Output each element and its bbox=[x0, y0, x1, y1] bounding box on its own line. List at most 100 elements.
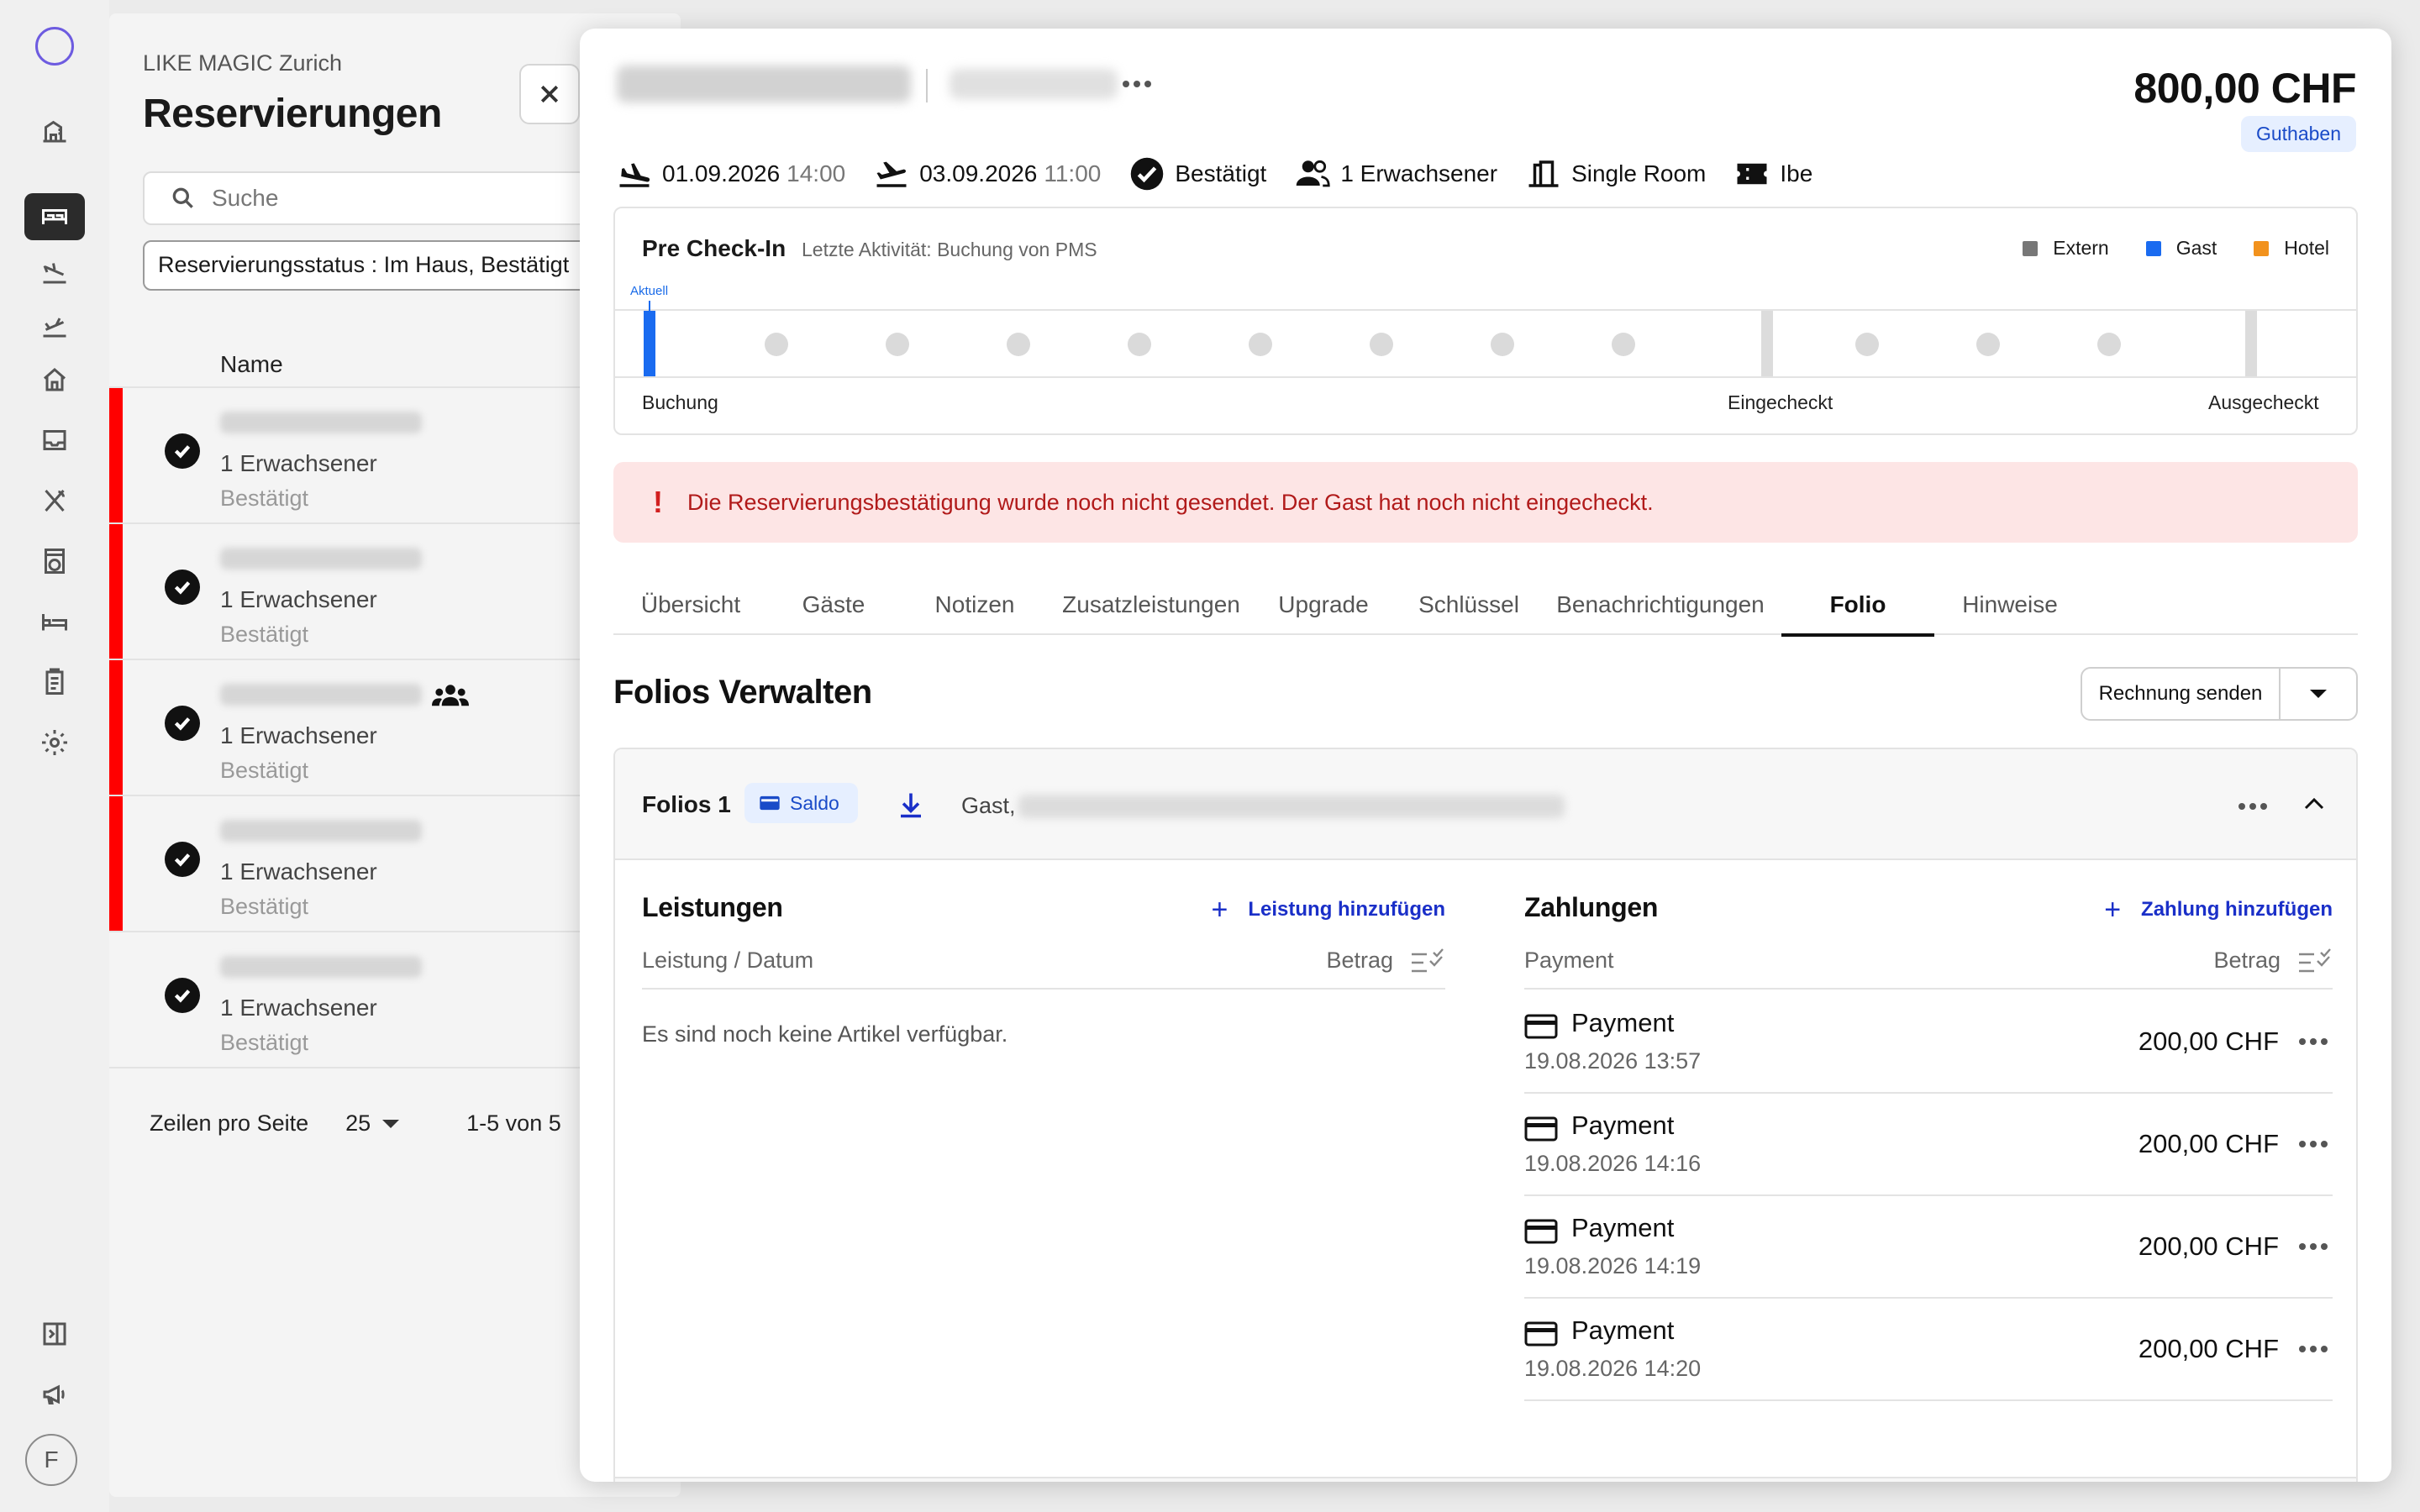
megaphone-icon[interactable] bbox=[24, 1371, 85, 1418]
header-more-icon[interactable] bbox=[1123, 81, 1151, 87]
dining-icon[interactable] bbox=[24, 477, 85, 524]
send-invoice-group: Rechnung senden bbox=[2081, 667, 2358, 721]
tab-benachrichtigungen[interactable]: Benachrichtigungen bbox=[1543, 585, 1778, 635]
tab-zusatzleistungen[interactable]: Zusatzleistungen bbox=[1050, 585, 1252, 635]
row-adults: 1 Erwachsener bbox=[220, 995, 377, 1021]
timeline-step bbox=[1855, 333, 1879, 356]
rooms-icon[interactable] bbox=[24, 598, 85, 645]
tab-uebersicht[interactable]: Übersicht bbox=[613, 585, 768, 635]
payment-more-icon[interactable] bbox=[2299, 1141, 2328, 1147]
laundry-icon[interactable] bbox=[24, 538, 85, 585]
reservation-detail-panel: 800,00 CHF Guthaben 01.09.2026 14:00 03.0… bbox=[580, 29, 2391, 1482]
departure: 03.09.2026 11:00 bbox=[874, 156, 1101, 192]
current-marker-label: Aktuell bbox=[630, 284, 669, 298]
logo-icon[interactable] bbox=[35, 27, 74, 66]
group-icon bbox=[432, 685, 469, 706]
clipboard-icon[interactable] bbox=[24, 659, 85, 706]
credit-card-icon bbox=[1524, 1116, 1558, 1142]
confirmed-check-icon bbox=[165, 978, 200, 1013]
add-service-button[interactable]: + Leistung hinzufügen bbox=[1212, 895, 1446, 924]
timeline-step bbox=[1249, 333, 1272, 356]
checklist-icon[interactable] bbox=[1408, 946, 1445, 976]
legend-label: Hotel bbox=[2284, 237, 2329, 259]
send-invoice-button[interactable]: Rechnung senden bbox=[2082, 669, 2281, 719]
tab-upgrade[interactable]: Upgrade bbox=[1252, 585, 1395, 635]
tab-schluessel[interactable]: Schlüssel bbox=[1395, 585, 1543, 635]
departure-time: 11:00 bbox=[1044, 160, 1102, 186]
page-title: Reservierungen bbox=[143, 92, 442, 136]
payment-row[interactable]: Payment 19.08.2026 14:19 200,00 CHF bbox=[1524, 1196, 2333, 1299]
user-avatar[interactable]: F bbox=[25, 1434, 77, 1486]
payments-col-left: Payment bbox=[1524, 948, 1614, 973]
payment-row[interactable]: Payment 19.08.2026 14:16 200,00 CHF bbox=[1524, 1094, 2333, 1196]
precheckin-title: Pre Check-In bbox=[642, 235, 786, 261]
people-icon bbox=[1297, 160, 1330, 187]
add-payment-button[interactable]: + Zahlung hinzufügen bbox=[2104, 895, 2333, 924]
saldo-label: Saldo bbox=[790, 791, 839, 814]
folio-card: Folios 1 Saldo Gast, Leistungen + Leistu… bbox=[613, 748, 2358, 1482]
confirmed-check-icon bbox=[1131, 157, 1164, 191]
guest-name-redacted bbox=[220, 684, 422, 706]
checkin-divider bbox=[1761, 311, 1773, 376]
payment-amount: 200,00 CHF bbox=[2138, 1231, 2279, 1261]
timeline-step bbox=[1976, 333, 2000, 356]
column-header-name[interactable]: Name bbox=[220, 351, 283, 378]
legend-item-extern: Extern bbox=[2023, 237, 2109, 260]
rows-per-page-value: 25 bbox=[345, 1110, 371, 1136]
tab-hinweise[interactable]: Hinweise bbox=[1934, 585, 2086, 635]
payment-name: Payment bbox=[1571, 1110, 1675, 1140]
precheckin-legend: Extern Gast Hotel bbox=[1986, 237, 2329, 260]
row-status: Bestätigt bbox=[220, 1030, 309, 1055]
guest-count: 1 Erwachsener bbox=[1295, 156, 1497, 192]
payment-more-icon[interactable] bbox=[2299, 1243, 2328, 1250]
folio-header[interactable]: Folios 1 Saldo Gast, bbox=[615, 749, 2356, 860]
chevron-up-icon[interactable] bbox=[2302, 795, 2326, 811]
send-invoice-dropdown[interactable] bbox=[2281, 669, 2356, 719]
arrival-icon[interactable] bbox=[24, 249, 85, 296]
payments-col-right: Betrag bbox=[2213, 948, 2281, 973]
timeline-step bbox=[886, 333, 909, 356]
plus-icon: + bbox=[2104, 894, 2122, 926]
download-icon[interactable] bbox=[896, 788, 926, 822]
payments-title: Zahlungen bbox=[1524, 892, 1659, 922]
credit-card-icon bbox=[1524, 1219, 1558, 1244]
payment-date: 19.08.2026 13:57 bbox=[1524, 1048, 1702, 1074]
inbox-icon[interactable] bbox=[24, 417, 85, 464]
add-payment-label: Zahlung hinzufügen bbox=[2141, 898, 2333, 921]
home-icon[interactable] bbox=[24, 356, 85, 403]
guest-name-redacted bbox=[220, 820, 422, 842]
folio-more-icon[interactable] bbox=[2238, 803, 2267, 810]
balance-badge: Guthaben bbox=[2240, 116, 2356, 152]
plus-icon: + bbox=[1211, 894, 1228, 926]
row-adults: 1 Erwachsener bbox=[220, 586, 377, 612]
tab-folio[interactable]: Folio bbox=[1781, 585, 1934, 637]
payment-amount: 200,00 CHF bbox=[2138, 1129, 2279, 1158]
payment-more-icon[interactable] bbox=[2299, 1346, 2328, 1352]
tab-gaeste[interactable]: Gäste bbox=[768, 585, 899, 635]
timeline-step bbox=[1612, 333, 1635, 356]
arrival-icon bbox=[619, 163, 650, 187]
stage-booking: Buchung bbox=[642, 391, 718, 413]
row-adults: 1 Erwachsener bbox=[220, 858, 377, 885]
folios-title: Folios Verwalten bbox=[613, 674, 872, 711]
row-status: Bestätigt bbox=[220, 622, 309, 647]
confirmed-check-icon bbox=[165, 433, 200, 469]
building-icon[interactable] bbox=[24, 108, 85, 155]
row-adults: 1 Erwachsener bbox=[220, 722, 377, 748]
settings-icon[interactable] bbox=[24, 719, 85, 766]
organization-name: LIKE MAGIC Zurich bbox=[143, 50, 343, 76]
search-input[interactable] bbox=[212, 185, 615, 212]
payment-row[interactable]: Payment 19.08.2026 13:57 200,00 CHF bbox=[1524, 991, 2333, 1094]
close-detail-button[interactable] bbox=[519, 64, 580, 124]
collapse-icon[interactable] bbox=[24, 1310, 85, 1357]
row-status: Bestätigt bbox=[220, 894, 309, 919]
checklist-icon[interactable] bbox=[2296, 946, 2333, 976]
rows-per-page-select[interactable]: 25 bbox=[345, 1110, 400, 1137]
bed-icon[interactable] bbox=[24, 193, 85, 240]
credit-card-icon bbox=[1524, 1014, 1558, 1039]
departure-icon[interactable] bbox=[24, 302, 85, 349]
payment-row[interactable]: Payment 19.08.2026 14:20 200,00 CHF bbox=[1524, 1299, 2333, 1401]
payment-date: 19.08.2026 14:20 bbox=[1524, 1356, 1702, 1381]
tab-notizen[interactable]: Notizen bbox=[899, 585, 1050, 635]
payment-more-icon[interactable] bbox=[2299, 1038, 2328, 1045]
